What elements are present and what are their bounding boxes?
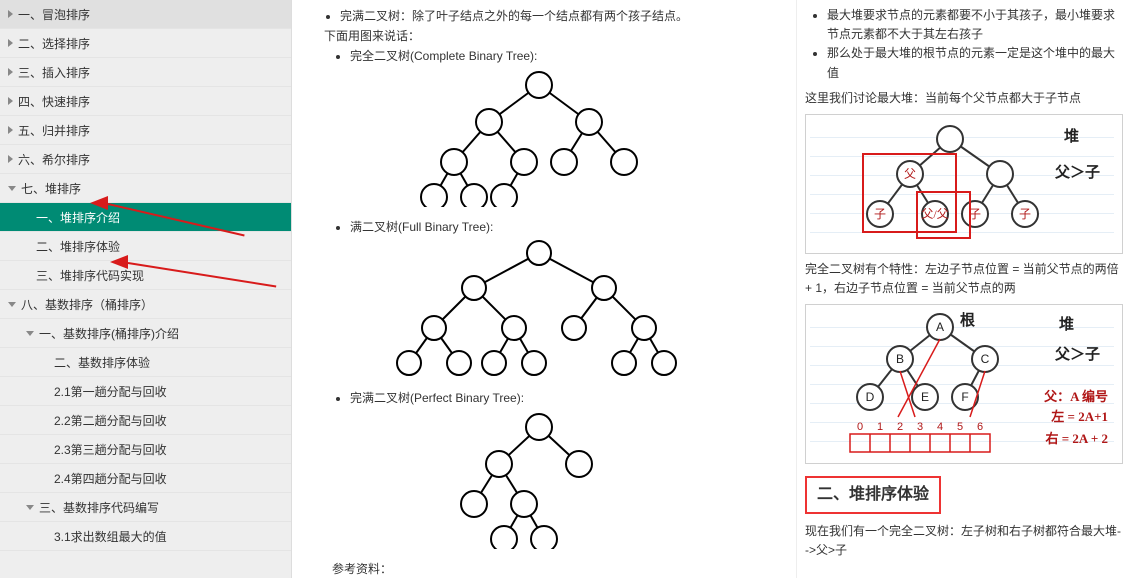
sidebar-item-label: 二、堆排序体验 [36,238,120,255]
tree2-label: 满二叉树(Full Binary Tree): [350,218,766,236]
svg-text:5: 5 [957,421,963,433]
perfect-binary-tree-figure [312,409,766,554]
heap-diagram-2: ABC DEF 012 3456 根 堆 父＞子 父：A 编号 左 [805,304,1123,464]
sidebar-item[interactable]: 三、堆排序代码实现 [0,261,291,290]
tree-diagram-full [369,238,709,378]
svg-text:4: 4 [937,421,943,433]
nb2-side3: 右 = 2A + 2 [1046,429,1109,450]
sidebar-item[interactable]: 八、基数排序（桶排序） [0,290,291,319]
caret-right-icon [8,97,13,105]
svg-text:D: D [866,390,875,404]
article-right: 最大堆要求节点的元素都要不小于其孩子，最小堆要求节点元素都不大于其左右孩子 那么… [796,0,1137,578]
sidebar-item-label: 五、归并排序 [18,122,90,139]
sidebar-item[interactable]: 一、堆排序介绍 [0,203,291,232]
sidebar-item[interactable]: 二、堆排序体验 [0,232,291,261]
tree3-label: 完满二叉树(Perfect Binary Tree): [350,389,766,407]
sidebar-item[interactable]: 三、插入排序 [0,58,291,87]
sidebar-item-label: 八、基数排序（桶排序） [21,296,153,313]
sidebar-item[interactable]: 七、堆排序 [0,174,291,203]
intro-bullet: 完满二叉树：除了叶子结点之外的每一个结点都有两个孩子结点。 [340,7,766,25]
sidebar-item[interactable]: 二、基数排序体验 [0,348,291,377]
sidebar-item[interactable]: 2.2第二趟分配与回收 [0,406,291,435]
svg-text:E: E [921,390,929,404]
nb1-rule: 父＞子 [1055,161,1100,185]
sidebar-item[interactable]: 六、希尔排序 [0,145,291,174]
sidebar-item-label: 二、选择排序 [18,35,90,52]
tree-diagram-perfect [419,409,659,549]
caret-right-icon [8,155,13,163]
sidebar-item[interactable]: 2.4第四趟分配与回收 [0,464,291,493]
caret-down-icon [26,331,34,336]
sidebar-item-label: 2.2第二趟分配与回收 [54,412,167,429]
svg-text:6: 6 [977,421,983,433]
tree-diagram-complete [389,67,689,207]
right-line1: 这里我们讨论最大堆：当前每个父节点都大于子节点 [805,89,1123,108]
sidebar-item[interactable]: 一、基数排序(桶排序)介绍 [0,319,291,348]
svg-text:B: B [896,352,904,366]
right-bullet-1: 最大堆要求节点的元素都要不小于其孩子，最小堆要求节点元素都不大于其左右孩子 [827,6,1123,44]
sidebar-item-label: 三、插入排序 [18,64,90,81]
svg-text:A: A [936,320,944,334]
sidebar-item-label: 六、希尔排序 [18,151,90,168]
sidebar-item[interactable]: 2.1第一趟分配与回收 [0,377,291,406]
caret-down-icon [8,186,16,191]
svg-text:3: 3 [917,421,923,433]
nb2-side2: 左 = 2A+1 [1051,407,1108,428]
svg-text:子: 子 [1019,207,1031,221]
sidebar-item[interactable]: 一、冒泡排序 [0,0,291,29]
full-binary-tree-figure [312,238,766,383]
nav-list: 一、冒泡排序二、选择排序三、插入排序四、快速排序五、归并排序六、希尔排序七、堆排… [0,0,291,551]
caret-down-icon [8,302,16,307]
sidebar-item[interactable]: 2.3第三趟分配与回收 [0,435,291,464]
caret-right-icon [8,39,13,47]
section-heading-text: 二、堆排序体验 [817,486,929,503]
nb2-rule: 父＞子 [1055,343,1100,367]
nb1-heap: 堆 [1064,125,1079,149]
right-bullet-2: 那么处于最大堆的根节点的元素一定是这个堆中的最大值 [827,44,1123,82]
heap-diagram-1: 父子父/父 子子 堆 父＞子 [805,114,1123,254]
sidebar-item-label: 一、冒泡排序 [18,6,90,23]
sidebar-item-label: 2.3第三趟分配与回收 [54,441,167,458]
article-middle: 完满二叉树：除了叶子结点之外的每一个结点都有两个孩子结点。 下面用图来说话： 完… [292,0,796,578]
sidebar-item[interactable]: 3.1求出数组最大的值 [0,522,291,551]
svg-text:F: F [961,390,968,404]
svg-text:C: C [981,352,990,366]
caret-right-icon [8,68,13,76]
sidebar-item[interactable]: 二、选择排序 [0,29,291,58]
sidebar-item[interactable]: 五、归并排序 [0,116,291,145]
caret-right-icon [8,126,13,134]
caret-down-icon [26,505,34,510]
tree1-label: 完全二叉树(Complete Binary Tree): [350,47,766,65]
right-exp-line: 现在我们有一个完全二叉树：左子树和右子树都符合最大堆-->父>子 [805,522,1123,560]
sidebar-item-label: 2.1第一趟分配与回收 [54,383,167,400]
svg-text:0: 0 [857,421,863,433]
section-heading-experience: 二、堆排序体验 [805,476,941,514]
caret-right-icon [8,10,13,18]
nb2-root-note: 根 [960,309,975,333]
sidebar-item-label: 一、基数排序(桶排序)介绍 [39,325,179,342]
sidebar-item-label: 七、堆排序 [21,180,81,197]
sidebar-item-label: 三、基数排序代码编写 [39,499,159,516]
complete-binary-tree-figure [312,67,766,212]
sidebar-item-label: 四、快速排序 [18,93,90,110]
right-line2: 完全二叉树有个特性：左边子节点位置 = 当前父节点的两倍 + 1，右边子节点位置… [805,260,1123,298]
nb2-side1: 父：A 编号 [1044,387,1108,408]
nb2-heap: 堆 [1059,313,1074,337]
sidebar-item-label: 3.1求出数组最大的值 [54,528,167,545]
sidebar-item-label: 一、堆排序介绍 [36,209,120,226]
caption-below: 下面用图来说话： [324,27,766,45]
sidebar: 一、冒泡排序二、选择排序三、插入排序四、快速排序五、归并排序六、希尔排序七、堆排… [0,0,292,578]
svg-text:1: 1 [877,421,883,433]
sidebar-item[interactable]: 三、基数排序代码编写 [0,493,291,522]
sidebar-item-label: 二、基数排序体验 [54,354,150,371]
sidebar-item-label: 2.4第四趟分配与回收 [54,470,167,487]
svg-text:2: 2 [897,421,903,433]
sidebar-item-label: 三、堆排序代码实现 [36,267,144,284]
sidebar-item[interactable]: 四、快速排序 [0,87,291,116]
ref-header: 参考资料： [332,560,766,578]
